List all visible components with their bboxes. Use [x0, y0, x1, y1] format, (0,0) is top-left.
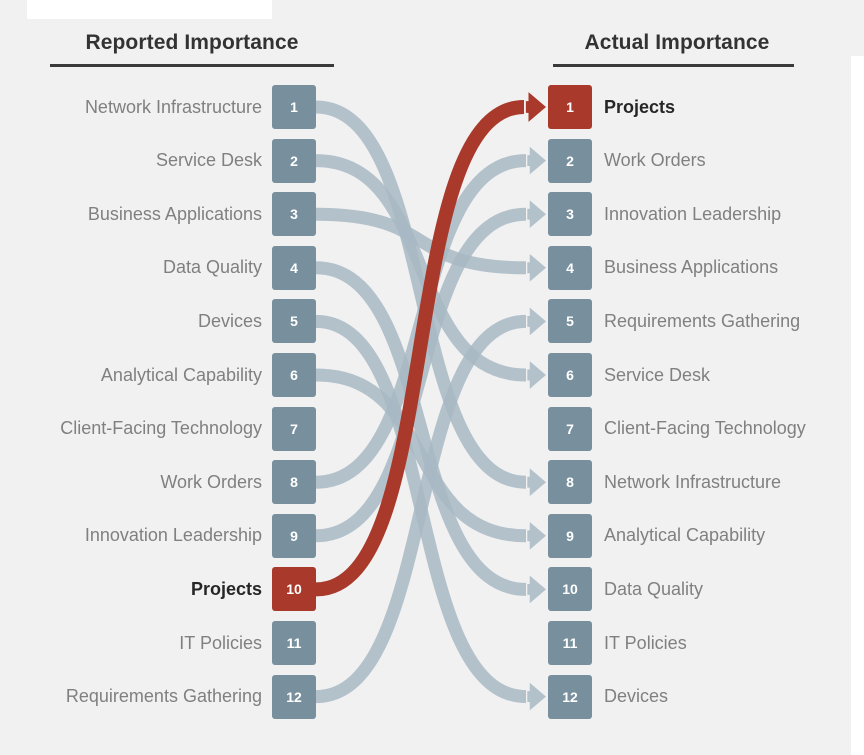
column-header-actual: Actual Importance [584, 31, 770, 54]
flow-arrow-head [525, 92, 546, 122]
rank-number-box[interactable]: 7 [272, 406, 316, 451]
rank-item-label: Requirements Gathering [65, 686, 262, 707]
flow-arrow-head [527, 575, 546, 604]
rank-number-box[interactable]: 11 [548, 621, 592, 665]
rank-number-box[interactable]: 3 [548, 192, 592, 237]
rank-row[interactable]: 3 Business Applications [0, 192, 316, 237]
rank-row[interactable]: 11 IT Policies [548, 621, 864, 665]
rank-number-box[interactable]: 2 [548, 138, 592, 183]
rank-item-label: Requirements Gathering [604, 310, 801, 331]
rank-item-label: Service Desk [604, 364, 711, 385]
flow-arrow-head [527, 521, 546, 550]
rank-item-label: Devices [604, 686, 669, 707]
flow-arrow-head [527, 307, 546, 336]
rank-row[interactable]: 8 Work Orders [0, 460, 316, 505]
rank-row[interactable]: 10 Data Quality [548, 567, 864, 612]
rank-item-label: Work Orders [604, 150, 706, 171]
rank-row[interactable]: 6 Analytical Capability [0, 353, 316, 397]
rank-item-label: Analytical Capability [604, 525, 766, 546]
rank-row[interactable]: 7 Client-Facing Technology [548, 406, 864, 451]
rank-row[interactable]: 9 Analytical Capability [548, 513, 864, 558]
header-rule-right [553, 64, 794, 67]
rank-number-box[interactable]: 8 [272, 460, 316, 505]
rank-number-box[interactable]: 2 [272, 138, 316, 183]
rank-item-label: IT Policies [179, 632, 262, 653]
flow-arrow-head [527, 682, 546, 711]
rank-row[interactable]: 5 Requirements Gathering [548, 299, 864, 344]
rank-number-box[interactable]: 4 [272, 245, 316, 290]
rank-row[interactable]: 2 Work Orders [548, 138, 864, 183]
rank-row[interactable]: 12 Devices [548, 674, 864, 719]
rank-item-label: Analytical Capability [100, 364, 262, 385]
rank-row[interactable]: 4 Data Quality [0, 245, 316, 290]
flow-arrow-head [527, 468, 546, 497]
rank-row[interactable]: 7 Client-Facing Technology [0, 406, 316, 451]
rank-number-box[interactable]: 7 [548, 406, 592, 451]
rank-item-label: Client-Facing Technology [60, 418, 262, 439]
rank-item-label: Business Applications [604, 257, 779, 278]
rank-row[interactable]: 5 Devices [0, 299, 316, 344]
rank-number-box[interactable]: 12 [272, 674, 316, 719]
rank-row[interactable]: 11 IT Policies [0, 621, 316, 665]
rank-item-label: Business Applications [87, 203, 262, 224]
header-rule-left [50, 64, 334, 67]
rank-row[interactable]: 3 Innovation Leadership [548, 192, 864, 237]
rank-row[interactable]: 1 Projects [548, 85, 864, 129]
rank-number-box[interactable]: 8 [548, 460, 592, 505]
rank-item-label: Work Orders [160, 471, 262, 492]
rank-row[interactable]: 4 Business Applications [548, 245, 864, 290]
rank-item-label: Network Infrastructure [84, 96, 262, 117]
rank-item-label: Data Quality [162, 257, 262, 278]
slope-chart: Reported Importance 1 Network Infrastruct… [0, 0, 864, 755]
rank-item-label: Client-Facing Technology [604, 418, 806, 439]
rank-number-box[interactable]: 6 [272, 353, 316, 397]
rank-row[interactable]: 1 Network Infrastructure [0, 85, 316, 129]
rank-item-label: Network Infrastructure [604, 471, 782, 492]
rank-item-label: Innovation Leadership [84, 525, 262, 546]
rank-row[interactable]: 12 Requirements Gathering [0, 674, 316, 719]
rank-number-box[interactable]: 5 [272, 299, 316, 344]
rank-row[interactable]: 9 Innovation Leadership [0, 513, 316, 558]
flow-arrow-head [527, 253, 546, 282]
rank-number-box[interactable]: 5 [548, 299, 592, 344]
rank-item-label: Projects [604, 96, 676, 117]
rank-number-box[interactable]: 10 [548, 567, 592, 612]
rank-number-box[interactable]: 4 [548, 245, 592, 290]
rank-number-box[interactable]: 12 [548, 674, 592, 719]
rank-number-box[interactable]: 11 [272, 621, 316, 665]
rank-row[interactable]: 2 Service Desk [0, 138, 316, 183]
rank-item-label: Data Quality [604, 578, 704, 599]
flow-arrow-head [527, 200, 546, 229]
rank-row[interactable]: 10 Projects [0, 567, 316, 612]
rank-number-box[interactable]: 9 [548, 513, 592, 558]
rank-number-box[interactable]: 3 [272, 192, 316, 237]
rank-item-label: Service Desk [155, 150, 262, 171]
rank-number-box[interactable]: 1 [272, 85, 316, 129]
rank-item-label: Innovation Leadership [604, 203, 782, 224]
rank-number-box[interactable]: 9 [272, 513, 316, 558]
rank-number-box[interactable]: 6 [548, 353, 592, 397]
flow-arrow-head [527, 361, 546, 389]
flow-arrow-head [527, 146, 546, 175]
rank-item-label: Devices [197, 310, 262, 331]
rank-row[interactable]: 6 Service Desk [548, 353, 864, 397]
rank-item-label: IT Policies [604, 632, 687, 653]
column-header-reported: Reported Importance [85, 31, 299, 54]
rank-row[interactable]: 8 Network Infrastructure [548, 460, 864, 505]
rank-number-box[interactable]: 10 [272, 567, 316, 612]
rank-number-box[interactable]: 1 [548, 85, 592, 129]
rank-item-label: Projects [190, 578, 262, 599]
